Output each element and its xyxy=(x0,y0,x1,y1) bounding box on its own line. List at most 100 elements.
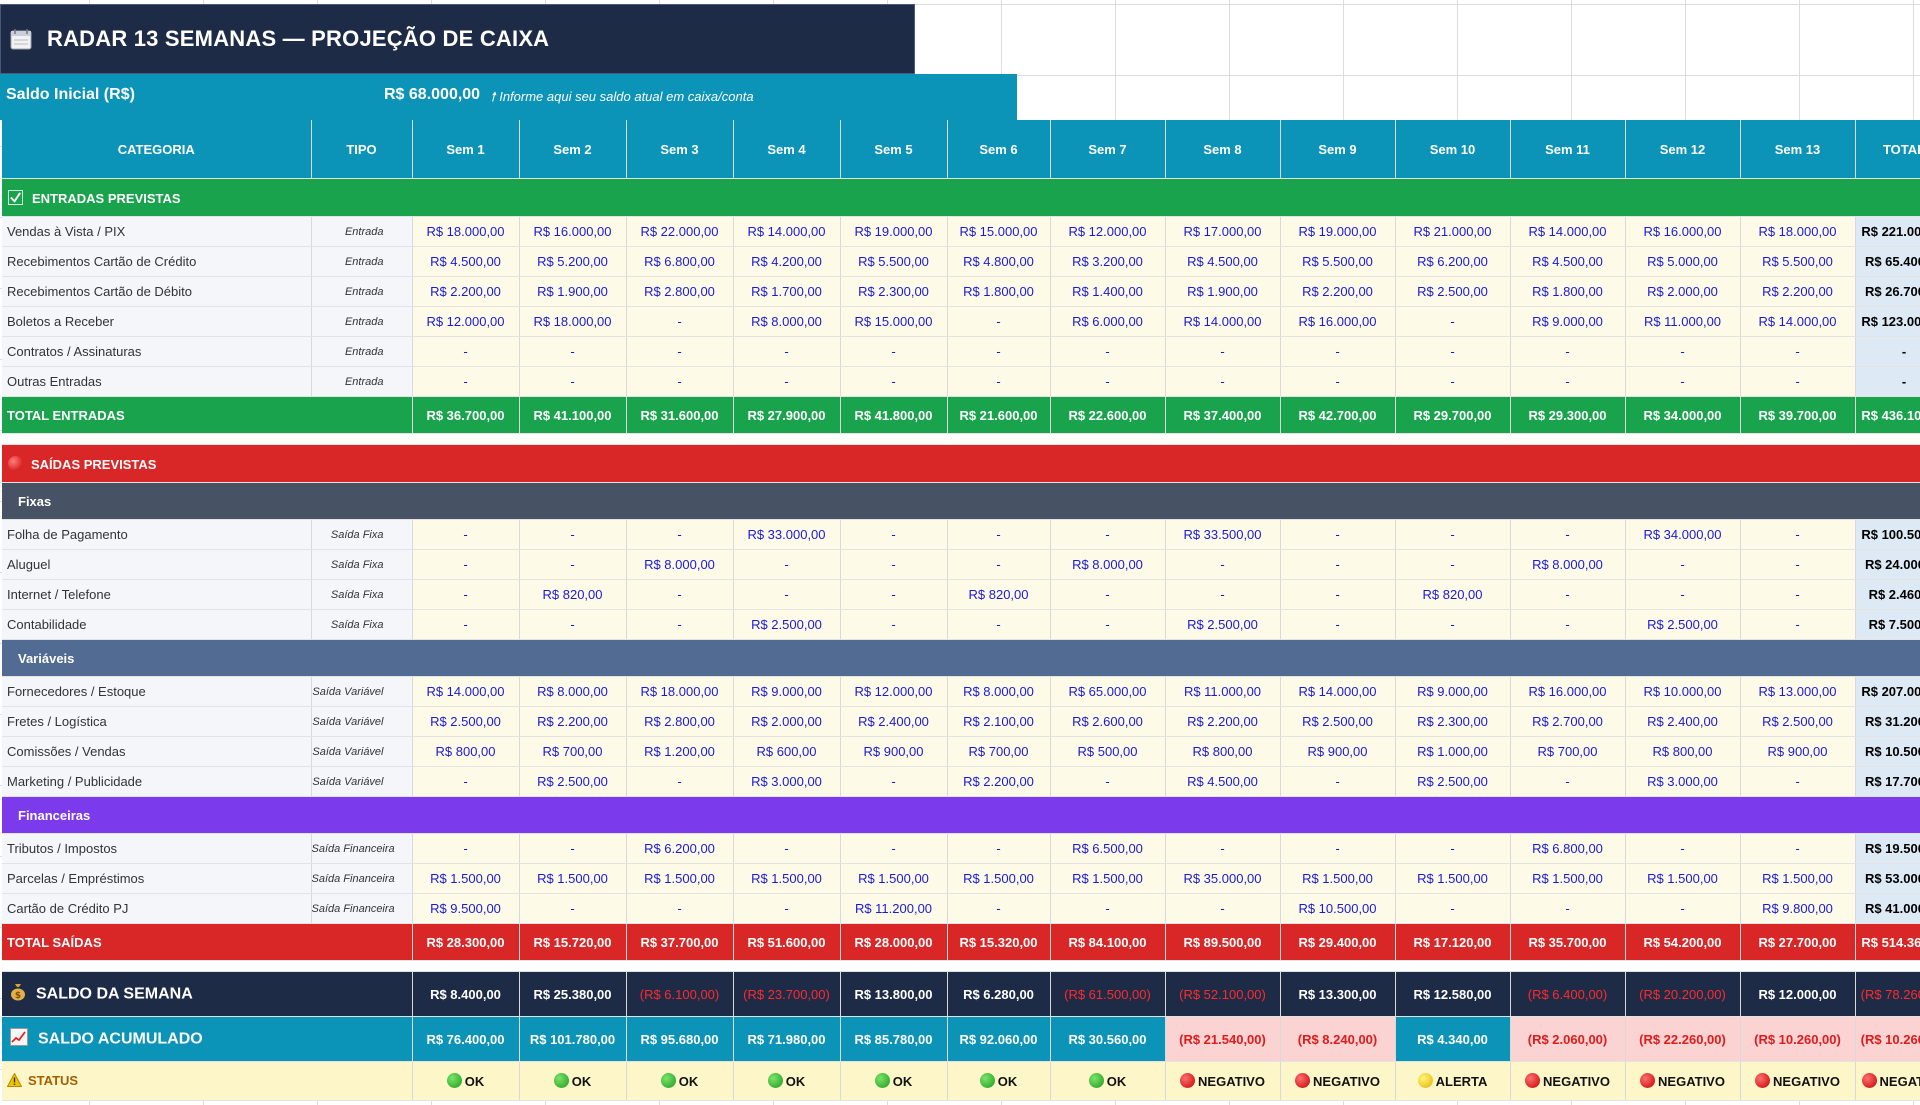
value-cell[interactable]: R$ 8.000,00 xyxy=(519,676,627,707)
value-cell[interactable]: R$ 2.500,00 xyxy=(412,706,520,737)
value-cell[interactable]: - xyxy=(1280,519,1396,550)
value-cell[interactable]: - xyxy=(1165,366,1281,397)
value-cell[interactable]: - xyxy=(519,519,627,550)
value-cell[interactable]: R$ 500,00 xyxy=(1050,736,1166,767)
value-cell[interactable]: - xyxy=(412,833,520,864)
value-cell[interactable]: R$ 2.400,00 xyxy=(840,706,948,737)
value-cell[interactable]: R$ 18.000,00 xyxy=(412,216,520,247)
value-cell[interactable]: - xyxy=(1165,893,1281,924)
value-cell[interactable]: - xyxy=(840,519,948,550)
value-cell[interactable]: R$ 820,00 xyxy=(519,579,627,610)
value-cell[interactable]: - xyxy=(1280,366,1396,397)
value-cell[interactable]: - xyxy=(1740,766,1856,797)
value-cell[interactable]: R$ 2.200,00 xyxy=(1280,276,1396,307)
value-cell[interactable]: R$ 9.800,00 xyxy=(1740,893,1856,924)
saldo-inicial-input[interactable]: R$ 68.000,00 xyxy=(384,86,480,104)
value-cell[interactable]: - xyxy=(1280,549,1396,580)
value-cell[interactable]: R$ 900,00 xyxy=(1740,736,1856,767)
value-cell[interactable]: R$ 900,00 xyxy=(840,736,948,767)
value-cell[interactable]: R$ 3.000,00 xyxy=(1625,766,1741,797)
value-cell[interactable]: - xyxy=(1625,833,1741,864)
value-cell[interactable]: R$ 4.500,00 xyxy=(1165,766,1281,797)
value-cell[interactable]: R$ 9.000,00 xyxy=(733,676,841,707)
value-cell[interactable]: - xyxy=(1510,609,1626,640)
value-cell[interactable]: R$ 5.000,00 xyxy=(1625,246,1741,277)
value-cell[interactable]: - xyxy=(1510,366,1626,397)
value-cell[interactable]: - xyxy=(840,579,948,610)
value-cell[interactable]: - xyxy=(626,306,734,337)
value-cell[interactable]: R$ 700,00 xyxy=(519,736,627,767)
value-cell[interactable]: - xyxy=(947,833,1051,864)
value-cell[interactable]: R$ 16.000,00 xyxy=(1510,676,1626,707)
value-cell[interactable]: R$ 1.500,00 xyxy=(519,863,627,894)
value-cell[interactable]: R$ 2.000,00 xyxy=(1625,276,1741,307)
value-cell[interactable]: - xyxy=(412,549,520,580)
value-cell[interactable]: R$ 800,00 xyxy=(1625,736,1741,767)
value-cell[interactable]: R$ 1.200,00 xyxy=(626,736,734,767)
value-cell[interactable]: - xyxy=(947,549,1051,580)
value-cell[interactable]: - xyxy=(1395,336,1511,367)
value-cell[interactable]: - xyxy=(1395,306,1511,337)
value-cell[interactable]: - xyxy=(1740,549,1856,580)
value-cell[interactable]: R$ 2.300,00 xyxy=(840,276,948,307)
value-cell[interactable]: R$ 12.000,00 xyxy=(840,676,948,707)
value-cell[interactable]: R$ 2.200,00 xyxy=(1740,276,1856,307)
value-cell[interactable]: - xyxy=(1510,579,1626,610)
value-cell[interactable]: R$ 11.000,00 xyxy=(1165,676,1281,707)
value-cell[interactable]: R$ 6.800,00 xyxy=(626,246,734,277)
value-cell[interactable]: R$ 8.000,00 xyxy=(626,549,734,580)
value-cell[interactable]: - xyxy=(733,366,841,397)
value-cell[interactable]: - xyxy=(519,366,627,397)
value-cell[interactable]: R$ 1.500,00 xyxy=(626,863,734,894)
value-cell[interactable]: R$ 1.500,00 xyxy=(412,863,520,894)
value-cell[interactable]: - xyxy=(840,366,948,397)
value-cell[interactable]: - xyxy=(626,766,734,797)
value-cell[interactable]: - xyxy=(733,833,841,864)
value-cell[interactable]: - xyxy=(733,893,841,924)
value-cell[interactable]: - xyxy=(1510,893,1626,924)
value-cell[interactable]: - xyxy=(840,833,948,864)
value-cell[interactable]: R$ 700,00 xyxy=(1510,736,1626,767)
value-cell[interactable]: - xyxy=(1050,336,1166,367)
value-cell[interactable]: R$ 35.000,00 xyxy=(1165,863,1281,894)
value-cell[interactable]: R$ 4.500,00 xyxy=(1510,246,1626,277)
value-cell[interactable]: R$ 65.000,00 xyxy=(1050,676,1166,707)
value-cell[interactable]: - xyxy=(412,579,520,610)
value-cell[interactable]: R$ 1.500,00 xyxy=(1050,863,1166,894)
value-cell[interactable]: R$ 10.000,00 xyxy=(1625,676,1741,707)
value-cell[interactable]: R$ 2.500,00 xyxy=(1395,276,1511,307)
value-cell[interactable]: - xyxy=(840,766,948,797)
value-cell[interactable]: - xyxy=(947,366,1051,397)
value-cell[interactable]: - xyxy=(733,579,841,610)
value-cell[interactable]: R$ 1.500,00 xyxy=(733,863,841,894)
value-cell[interactable]: R$ 16.000,00 xyxy=(1280,306,1396,337)
value-cell[interactable]: R$ 1.400,00 xyxy=(1050,276,1166,307)
value-cell[interactable]: R$ 11.200,00 xyxy=(840,893,948,924)
value-cell[interactable]: - xyxy=(1280,336,1396,367)
value-cell[interactable]: R$ 6.200,00 xyxy=(626,833,734,864)
value-cell[interactable]: R$ 14.000,00 xyxy=(1165,306,1281,337)
value-cell[interactable]: R$ 6.200,00 xyxy=(1395,246,1511,277)
value-cell[interactable]: - xyxy=(519,336,627,367)
value-cell[interactable]: R$ 21.000,00 xyxy=(1395,216,1511,247)
value-cell[interactable]: R$ 22.000,00 xyxy=(626,216,734,247)
value-cell[interactable]: R$ 5.500,00 xyxy=(840,246,948,277)
value-cell[interactable]: - xyxy=(1050,579,1166,610)
value-cell[interactable]: R$ 19.000,00 xyxy=(840,216,948,247)
value-cell[interactable]: R$ 2.400,00 xyxy=(1625,706,1741,737)
value-cell[interactable]: - xyxy=(626,579,734,610)
value-cell[interactable]: R$ 2.500,00 xyxy=(1165,609,1281,640)
value-cell[interactable]: R$ 1.700,00 xyxy=(733,276,841,307)
value-cell[interactable]: R$ 1.500,00 xyxy=(840,863,948,894)
value-cell[interactable]: R$ 1.000,00 xyxy=(1395,736,1511,767)
value-cell[interactable]: R$ 8.000,00 xyxy=(1510,549,1626,580)
value-cell[interactable]: R$ 2.500,00 xyxy=(1395,766,1511,797)
value-cell[interactable]: R$ 2.600,00 xyxy=(1050,706,1166,737)
value-cell[interactable]: - xyxy=(1625,579,1741,610)
value-cell[interactable]: - xyxy=(1050,766,1166,797)
value-cell[interactable]: R$ 9.000,00 xyxy=(1510,306,1626,337)
value-cell[interactable]: R$ 1.900,00 xyxy=(1165,276,1281,307)
value-cell[interactable]: R$ 2.500,00 xyxy=(1280,706,1396,737)
value-cell[interactable]: - xyxy=(1050,893,1166,924)
value-cell[interactable]: - xyxy=(1625,549,1741,580)
